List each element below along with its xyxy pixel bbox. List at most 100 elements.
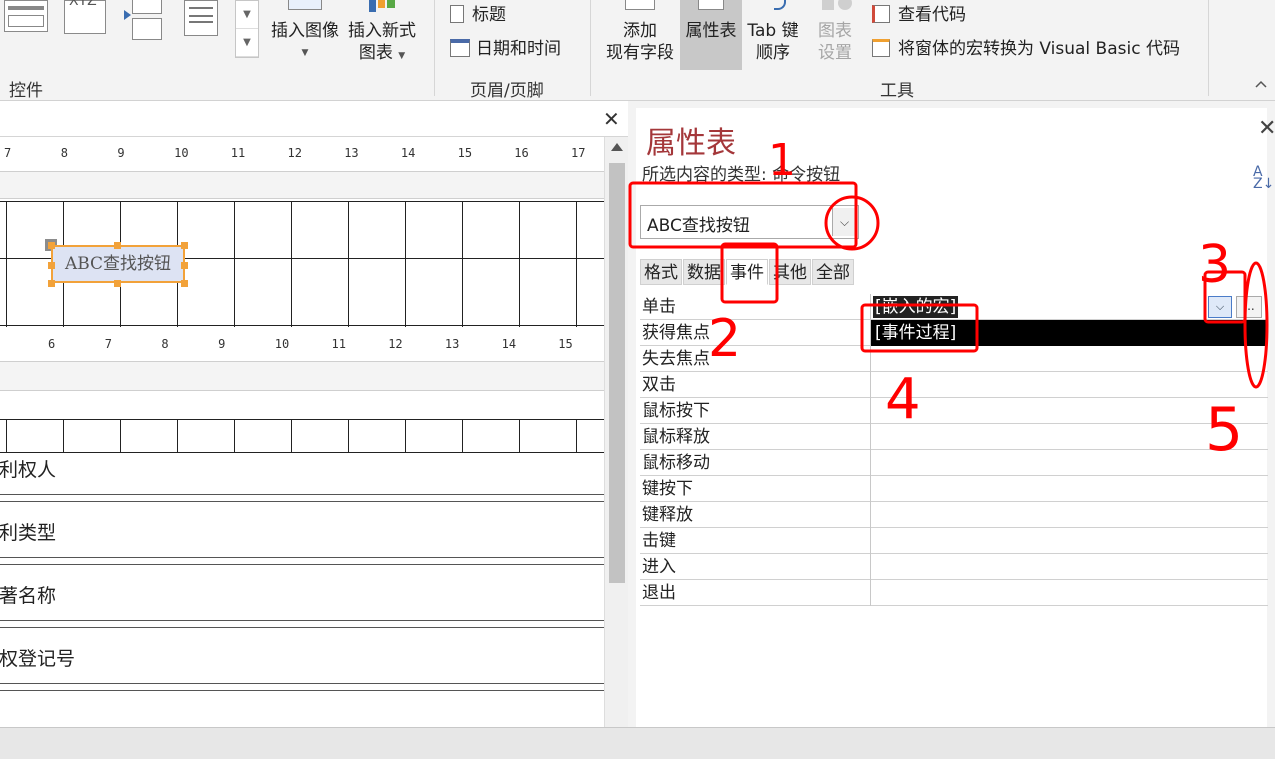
property-sheet-button[interactable]: 属性表	[680, 0, 742, 70]
tab-all[interactable]: 全部	[812, 259, 854, 285]
field-label[interactable]: 论著名称	[0, 581, 56, 608]
chevron-down-icon: ▼	[301, 48, 309, 58]
chevron-down-icon[interactable]: ⌵	[1208, 296, 1232, 318]
build-button[interactable]: ...	[1236, 296, 1262, 318]
resize-handle[interactable]	[181, 280, 188, 287]
horizontal-ruler: 6 7 8 9 10 11 12 13 14 15	[0, 329, 604, 359]
ruler-tick-label: 10	[174, 146, 189, 160]
resize-handle[interactable]	[48, 242, 55, 249]
insert-chart-label-2: 图表	[358, 43, 393, 63]
textbox-control-icon[interactable]	[4, 0, 48, 32]
resize-handle[interactable]	[48, 280, 55, 287]
tab-format[interactable]: 格式	[640, 259, 682, 285]
control-gallery-scroll[interactable]: ▼ ▼	[235, 0, 259, 58]
add-field-label-1: 添加	[623, 21, 657, 41]
controls-group-label: 控件	[9, 81, 43, 101]
insert-image-button[interactable]: 插入图像 ▼	[266, 0, 344, 70]
convert-icon	[872, 39, 890, 57]
ruler-tick-label: 7	[104, 337, 112, 351]
convert-macros-button[interactable]: 将窗体的宏转换为 Visual Basic 代码	[872, 38, 1180, 62]
object-selector[interactable]: ABC查找按钮 ⌵	[640, 205, 859, 239]
tab-order-button[interactable]: Tab 键 顺序	[742, 0, 804, 70]
dropdown-option[interactable]: [事件过程]	[871, 320, 1267, 346]
property-value[interactable]	[871, 502, 1267, 528]
resize-handle[interactable]	[181, 262, 188, 269]
property-value[interactable]	[871, 398, 1267, 424]
property-row[interactable]: 鼠标释放	[640, 424, 1268, 450]
property-value[interactable]	[871, 372, 1267, 398]
tab-event[interactable]: 事件	[726, 259, 768, 285]
close-icon[interactable]: ✕	[1258, 116, 1275, 141]
selection-type: 所选内容的类型: 命令按钮	[642, 165, 841, 185]
grid-line	[291, 419, 292, 453]
collapse-ribbon-icon[interactable]	[1255, 78, 1267, 90]
resize-handle[interactable]	[48, 262, 55, 269]
ribbon-separator	[434, 0, 435, 96]
close-icon[interactable]: ✕	[603, 107, 620, 131]
insert-chart-button[interactable]: 插入新式 图表 ▼	[344, 0, 420, 70]
field-label[interactable]: 专利类型	[0, 518, 56, 545]
chart-settings-label-2: 设置	[818, 43, 852, 63]
grid-line	[348, 419, 349, 453]
ruler-tick-label: 14	[501, 337, 517, 351]
property-row[interactable]: 键按下	[640, 476, 1268, 502]
selected-object: ABC查找按钮	[647, 216, 750, 236]
property-row[interactable]: 双击	[640, 372, 1268, 398]
property-row[interactable]: 击键	[640, 528, 1268, 554]
property-sheet-label: 属性表	[685, 21, 737, 41]
vertical-scrollbar[interactable]	[604, 137, 628, 727]
tab-other[interactable]: 其他	[769, 259, 811, 285]
field-label[interactable]: 版权登记号	[0, 644, 75, 671]
sort-icon[interactable]: A Z↓	[1253, 165, 1274, 191]
option-group-control-icon[interactable]: XYZ	[64, 0, 106, 34]
section-bar	[0, 361, 604, 391]
resize-handle[interactable]	[181, 242, 188, 249]
property-value[interactable]	[871, 424, 1267, 450]
property-value[interactable]	[871, 554, 1267, 580]
property-value-text: [嵌入的宏]	[873, 296, 959, 318]
property-row[interactable]: 键释放	[640, 502, 1268, 528]
gallery-more-icon[interactable]: ▼	[236, 29, 258, 57]
property-value[interactable]	[871, 346, 1267, 372]
view-code-button[interactable]: 查看代码	[872, 4, 966, 28]
property-row[interactable]: 进入	[640, 554, 1268, 580]
field-label[interactable]: 专利权人	[0, 455, 56, 482]
property-tabs: 格式 数据 事件 其他 全部	[640, 259, 855, 285]
detail-grid	[0, 419, 604, 453]
title-button[interactable]: 标题	[450, 4, 506, 28]
resize-handle[interactable]	[114, 242, 121, 249]
code-icon	[872, 5, 890, 23]
calendar-icon	[450, 39, 470, 57]
property-value[interactable]	[871, 450, 1267, 476]
date-time-button[interactable]: 日期和时间	[450, 38, 561, 62]
grid-line	[234, 201, 235, 327]
tab-data[interactable]: 数据	[683, 259, 725, 285]
property-value[interactable]	[871, 580, 1267, 606]
ruler-tick-label: 8	[161, 337, 169, 351]
grid-line	[177, 419, 178, 453]
property-row[interactable]: 鼠标按下	[640, 398, 1268, 424]
resize-handle[interactable]	[114, 280, 121, 287]
ruler-tick-label: 15	[457, 146, 473, 160]
scroll-thumb[interactable]	[609, 163, 625, 583]
chart-icon	[367, 0, 397, 12]
view-code-label: 查看代码	[898, 5, 966, 25]
property-sheet-pane: 属性表 ✕ 所选内容的类型: 命令按钮 A Z↓ ABC查找按钮 ⌵ 格式 数据 事件…	[628, 101, 1275, 727]
insert-page-break-icon[interactable]	[124, 0, 166, 40]
property-row[interactable]: 退出	[640, 580, 1268, 606]
chevron-down-icon[interactable]: ⌵	[832, 208, 856, 236]
list-control-icon[interactable]	[184, 0, 218, 36]
property-row[interactable]: 失去焦点	[640, 346, 1268, 372]
property-value[interactable]	[871, 528, 1267, 554]
chevron-down-icon[interactable]: ▼	[236, 1, 258, 29]
property-value[interactable]	[871, 476, 1267, 502]
ruler-tick-label: 9	[117, 146, 125, 160]
field-separator	[0, 557, 604, 558]
scroll-up-icon[interactable]	[611, 143, 623, 151]
gear-icon	[822, 0, 852, 12]
property-row[interactable]: 鼠标移动	[640, 450, 1268, 476]
chart-settings-button[interactable]: 图表 设置	[808, 0, 862, 70]
add-existing-fields-button[interactable]: 添加 现有字段	[600, 0, 680, 70]
property-row[interactable]: 单击 [嵌入的宏] ⌵... [事件过程]	[640, 294, 1268, 346]
find-command-button[interactable]: ABC查找按钮	[51, 245, 185, 283]
